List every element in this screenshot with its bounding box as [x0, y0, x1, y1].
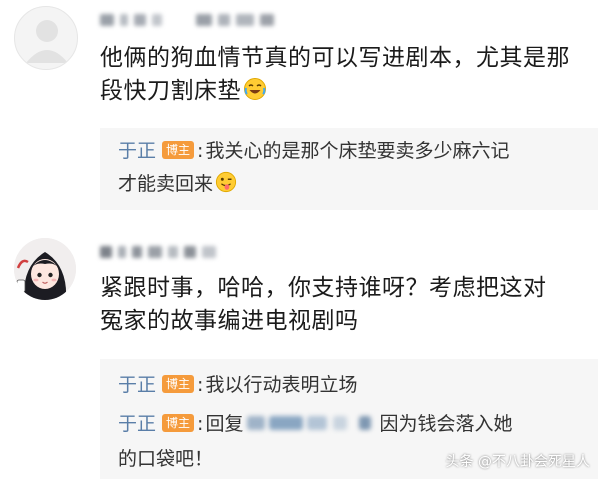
- tongue-wink-emoji-icon: [215, 171, 237, 200]
- reply-continuation: 才能卖回来: [118, 171, 237, 200]
- comment-text: 他俩的狗血情节真的可以写进剧本，尤其是那段快刀割床垫: [100, 45, 570, 104]
- mentioned-user-blurred[interactable]: [247, 413, 375, 433]
- reply-author-link[interactable]: 于正: [118, 374, 156, 396]
- comment-body: 他俩的狗血情节真的可以写进剧本，尤其是那段快刀割床垫: [100, 42, 592, 111]
- colon-separator: :: [197, 413, 204, 435]
- comment-body: 紧跟时事，哈哈，你支持谁呀？考虑把这对 冤家的故事编进电视剧吗: [100, 272, 592, 338]
- username-blurred[interactable]: [100, 246, 216, 258]
- blogger-badge: 博主: [162, 414, 195, 432]
- anime-girl-avatar-icon: [14, 238, 76, 300]
- reply-text: 因为钱会落入她: [379, 413, 513, 435]
- reply-text-cont: 才能卖回来: [118, 173, 214, 195]
- laughing-crying-emoji-icon: [243, 77, 267, 111]
- comment-thread: 他俩的狗血情节真的可以写进剧本，尤其是那段快刀割床垫 于正 博主: 我关心的是那个床…: [0, 0, 600, 479]
- reply-author-link[interactable]: 于正: [118, 140, 156, 162]
- reply-item[interactable]: 于正 博主: 我关心的是那个床垫要卖多少麻六记: [118, 138, 509, 164]
- reply-item[interactable]: 于正 博主: 我以行动表明立场: [118, 372, 357, 398]
- reply-author-link[interactable]: 于正: [118, 413, 156, 435]
- comment-text-line: 冤家的故事编进电视剧吗: [100, 308, 359, 334]
- blogger-badge: 博主: [162, 141, 195, 159]
- avatar[interactable]: [14, 6, 78, 70]
- colon-separator: :: [197, 374, 204, 396]
- username-blurred[interactable]: [100, 14, 274, 26]
- reply-prefix: 回复: [205, 413, 244, 435]
- reply-continuation: 的口袋吧！: [118, 446, 213, 472]
- comment-text-line: 紧跟时事，哈哈，你支持谁呀？考虑把这对: [100, 275, 547, 301]
- reply-box: 于正 博主: 我关心的是那个床垫要卖多少麻六记 才能卖回来: [100, 128, 598, 210]
- colon-separator: :: [197, 140, 204, 162]
- default-avatar-icon: [26, 20, 68, 63]
- reply-text: 我关心的是那个床垫要卖多少麻六记: [205, 140, 510, 162]
- blogger-badge: 博主: [162, 375, 195, 393]
- reply-text: 我以行动表明立场: [205, 374, 358, 396]
- reply-item[interactable]: 于正 博主: 回复 因为钱会落入她: [118, 411, 512, 437]
- source-watermark: 头条 @不八卦会死星人: [445, 454, 590, 470]
- avatar[interactable]: [14, 238, 76, 300]
- reply-text-cont: 的口袋吧！: [118, 448, 214, 470]
